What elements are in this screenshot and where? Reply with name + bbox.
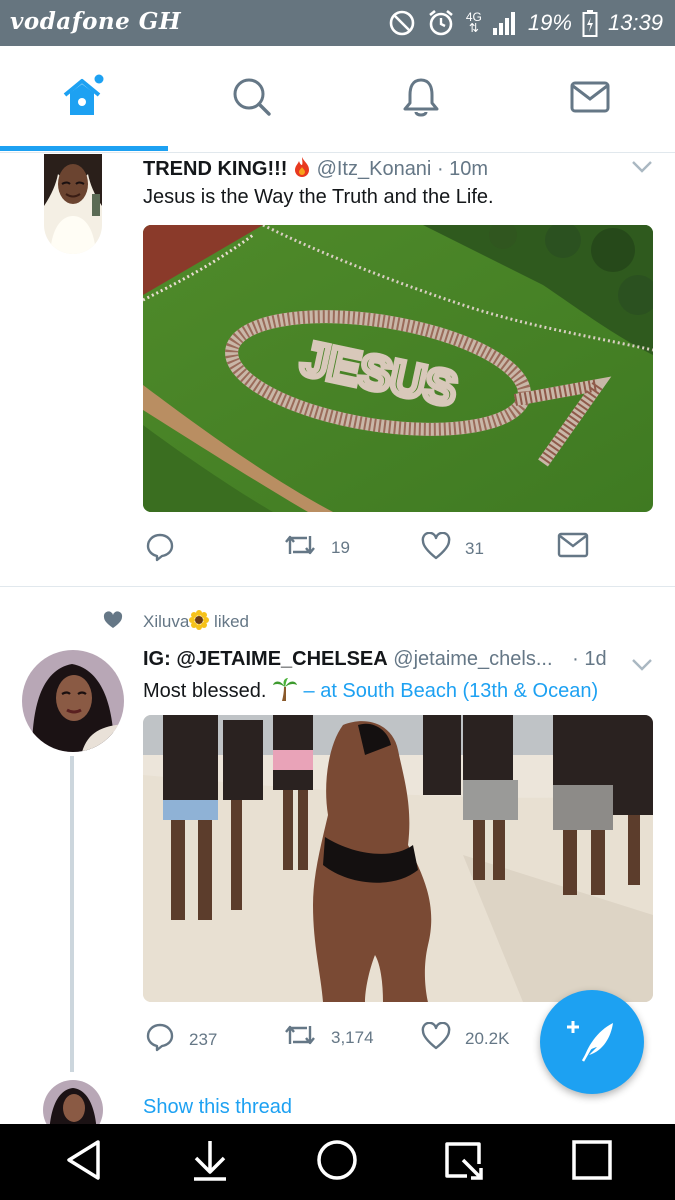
tweet-time: · 10m <box>436 158 489 180</box>
like-count: 31 <box>465 538 484 558</box>
reply-icon <box>145 1022 175 1057</box>
mail-icon <box>557 532 589 563</box>
battery-percent: 19% <box>527 10 572 35</box>
location-link[interactable]: – at South Beach (13th & Ocean) <box>304 680 599 702</box>
tweet-text: Jesus is the Way the Truth and the Life. <box>143 186 494 208</box>
recent-apps-button[interactable] <box>532 1124 652 1200</box>
retweet-count: 3,174 <box>331 1027 374 1047</box>
sunflower-icon <box>189 610 210 635</box>
status-icons: 4G ⇅ 19% 13:39 <box>388 6 663 40</box>
tweet-time: · 1d <box>572 648 607 670</box>
author-handle[interactable]: @Itz_Konani <box>317 158 432 180</box>
signal-icon <box>492 10 518 36</box>
compose-tweet-button[interactable] <box>540 990 644 1094</box>
active-tab-indicator <box>0 146 168 151</box>
avatar[interactable] <box>44 154 102 254</box>
tweet-actions: 19 31 <box>143 531 653 568</box>
liker-name[interactable]: Xiluva <box>143 612 189 631</box>
tweet-body: Most blessed. <box>143 680 267 702</box>
compose-feather-icon <box>567 1017 617 1068</box>
social-action: liked <box>214 612 250 631</box>
do-not-disturb-icon <box>388 9 416 37</box>
network-type: 4G <box>465 10 482 24</box>
reply-count: 237 <box>189 1029 218 1049</box>
tweet-header: IG: @JETAIME_CHELSEA @jetaime_chels... ·… <box>143 648 607 671</box>
tab-home[interactable] <box>0 46 168 152</box>
social-context: Xiluva liked <box>103 610 249 635</box>
like-button[interactable]: 20.2K <box>421 1021 510 1055</box>
tweet-header: TREND KING!!! @Itz_Konani · 10m <box>143 156 488 184</box>
heart-icon <box>421 1021 451 1055</box>
tab-bar <box>0 46 675 153</box>
status-bar: vodafone GH 4G ⇅ 19% 13:39 <box>0 0 675 46</box>
retweet-icon <box>283 1022 317 1053</box>
arrow-down-icon <box>190 1138 230 1187</box>
tweet-image[interactable] <box>143 715 653 1002</box>
palm-tree-icon <box>272 677 298 707</box>
tab-notifications[interactable] <box>337 46 505 152</box>
clock-time: 13:39 <box>607 10 663 35</box>
home-button[interactable] <box>277 1124 397 1200</box>
alarm-icon <box>426 8 456 38</box>
tweet-text: Most blessed. – at South Beach (13th & O… <box>143 677 598 707</box>
like-button[interactable]: 31 <box>421 531 484 565</box>
tab-messages[interactable] <box>506 46 674 152</box>
recent-apps-square-icon <box>571 1139 613 1186</box>
tweet-divider <box>0 586 675 587</box>
retweet-icon <box>283 532 317 563</box>
tab-search[interactable] <box>168 46 336 152</box>
carrier-name: vodafone GH <box>10 8 182 35</box>
notifications-pulldown-button[interactable] <box>150 1124 270 1200</box>
heart-icon <box>103 611 123 634</box>
thread-line <box>70 756 74 1072</box>
search-icon <box>231 76 273 123</box>
heart-icon <box>421 531 451 565</box>
retweet-count: 19 <box>331 537 350 557</box>
show-thread-link[interactable]: Show this thread <box>143 1096 292 1119</box>
author-handle[interactable]: @jetaime_chels... <box>393 648 552 670</box>
mail-icon <box>569 79 611 120</box>
fire-icon <box>293 156 311 184</box>
system-nav-bar <box>0 1124 675 1200</box>
direct-message-button[interactable] <box>557 532 589 563</box>
author-name[interactable]: TREND KING!!! <box>143 158 287 180</box>
tweet-image[interactable]: JESUS <box>143 225 653 512</box>
reply-button[interactable]: 237 <box>145 1022 217 1057</box>
author-name[interactable]: IG: @JETAIME_CHELSEA <box>143 648 388 670</box>
back-button[interactable] <box>24 1124 144 1200</box>
home-circle-icon <box>315 1138 359 1187</box>
like-count: 20.2K <box>465 1028 510 1048</box>
chevron-down-icon[interactable] <box>631 658 653 677</box>
battery-icon <box>582 9 598 37</box>
bell-icon <box>400 76 442 123</box>
back-triangle-icon <box>64 1139 104 1186</box>
home-icon <box>61 74 107 125</box>
capture-button[interactable] <box>403 1124 523 1200</box>
reply-icon <box>145 532 175 567</box>
avatar[interactable] <box>22 650 124 752</box>
reply-button[interactable] <box>145 532 175 567</box>
chevron-down-icon[interactable] <box>631 160 653 179</box>
capture-icon <box>441 1138 485 1187</box>
retweet-button[interactable]: 19 <box>283 532 350 563</box>
retweet-button[interactable]: 3,174 <box>283 1022 374 1053</box>
